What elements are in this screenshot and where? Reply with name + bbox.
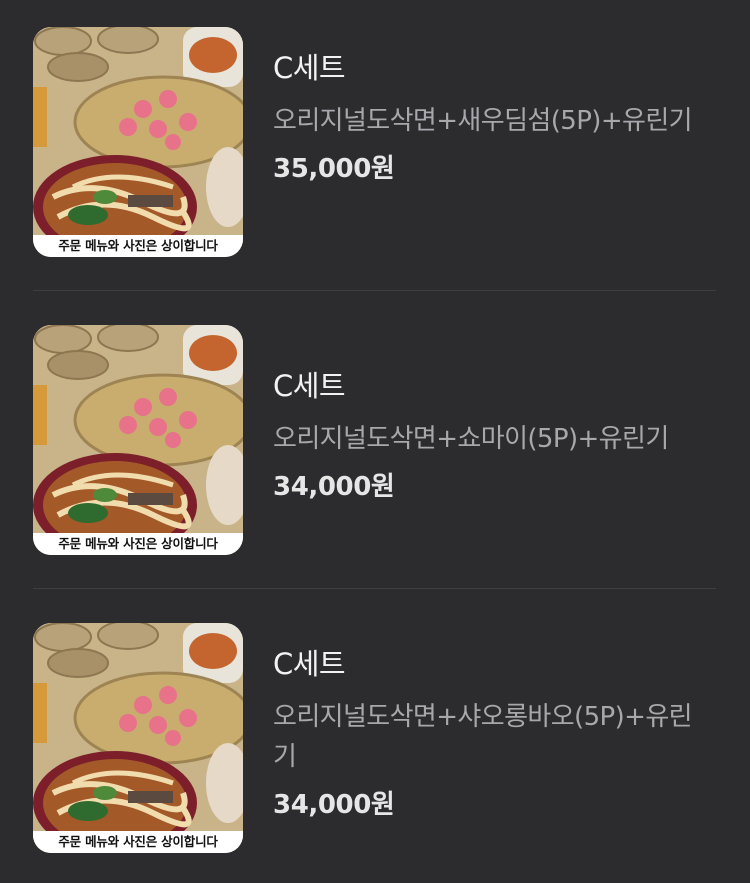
menu-item-info: C세트 오리지널도삭면+샤오롱바오(5P)+유린기 34,000원 xyxy=(273,647,713,821)
menu-item[interactable]: 주문 메뉴와 사진은 상이합니다 C세트 오리지널도삭면+샤오롱바오(5P)+유… xyxy=(0,623,750,853)
menu-item-name: C세트 xyxy=(273,369,346,403)
image-notice-label: 주문 메뉴와 사진은 상이합니다 xyxy=(33,533,243,555)
menu-item-info: C세트 오리지널도삭면+쇼마이(5P)+유린기 34,000원 xyxy=(273,369,713,503)
menu-item-name: C세트 xyxy=(273,51,346,85)
divider xyxy=(33,290,716,291)
menu-item-description: 오리지널도삭면+쇼마이(5P)+유린기 xyxy=(273,424,669,454)
menu-item[interactable]: 주문 메뉴와 사진은 상이합니다 C세트 오리지널도삭면+새우딤섬(5P)+유린… xyxy=(0,27,750,259)
menu-item[interactable]: 주문 메뉴와 사진은 상이합니다 C세트 오리지널도삭면+쇼마이(5P)+유린기… xyxy=(0,325,750,555)
menu-item-price: 35,000원 xyxy=(273,154,395,184)
menu-item-price: 34,000원 xyxy=(273,472,395,502)
food-photo-image xyxy=(33,27,243,257)
food-photo-image xyxy=(33,623,243,853)
menu-item-description: 오리지널도삭면+샤오롱바오(5P)+유린기 xyxy=(273,702,693,772)
food-photo-image xyxy=(33,325,243,555)
menu-item-photo[interactable]: 주문 메뉴와 사진은 상이합니다 xyxy=(33,27,243,257)
menu-item-photo[interactable]: 주문 메뉴와 사진은 상이합니다 xyxy=(33,325,243,555)
image-notice-label: 주문 메뉴와 사진은 상이합니다 xyxy=(33,831,243,853)
image-notice-label: 주문 메뉴와 사진은 상이합니다 xyxy=(33,235,243,257)
menu-item-description: 오리지널도삭면+새우딤섬(5P)+유린기 xyxy=(273,106,693,136)
divider xyxy=(33,588,716,589)
menu-list: 주문 메뉴와 사진은 상이합니다 C세트 오리지널도삭면+새우딤섬(5P)+유린… xyxy=(0,0,750,883)
menu-item-info: C세트 오리지널도삭면+새우딤섬(5P)+유린기 35,000원 xyxy=(273,51,713,185)
menu-item-photo[interactable]: 주문 메뉴와 사진은 상이합니다 xyxy=(33,623,243,853)
menu-item-name: C세트 xyxy=(273,647,346,681)
menu-item-price: 34,000원 xyxy=(273,790,395,820)
